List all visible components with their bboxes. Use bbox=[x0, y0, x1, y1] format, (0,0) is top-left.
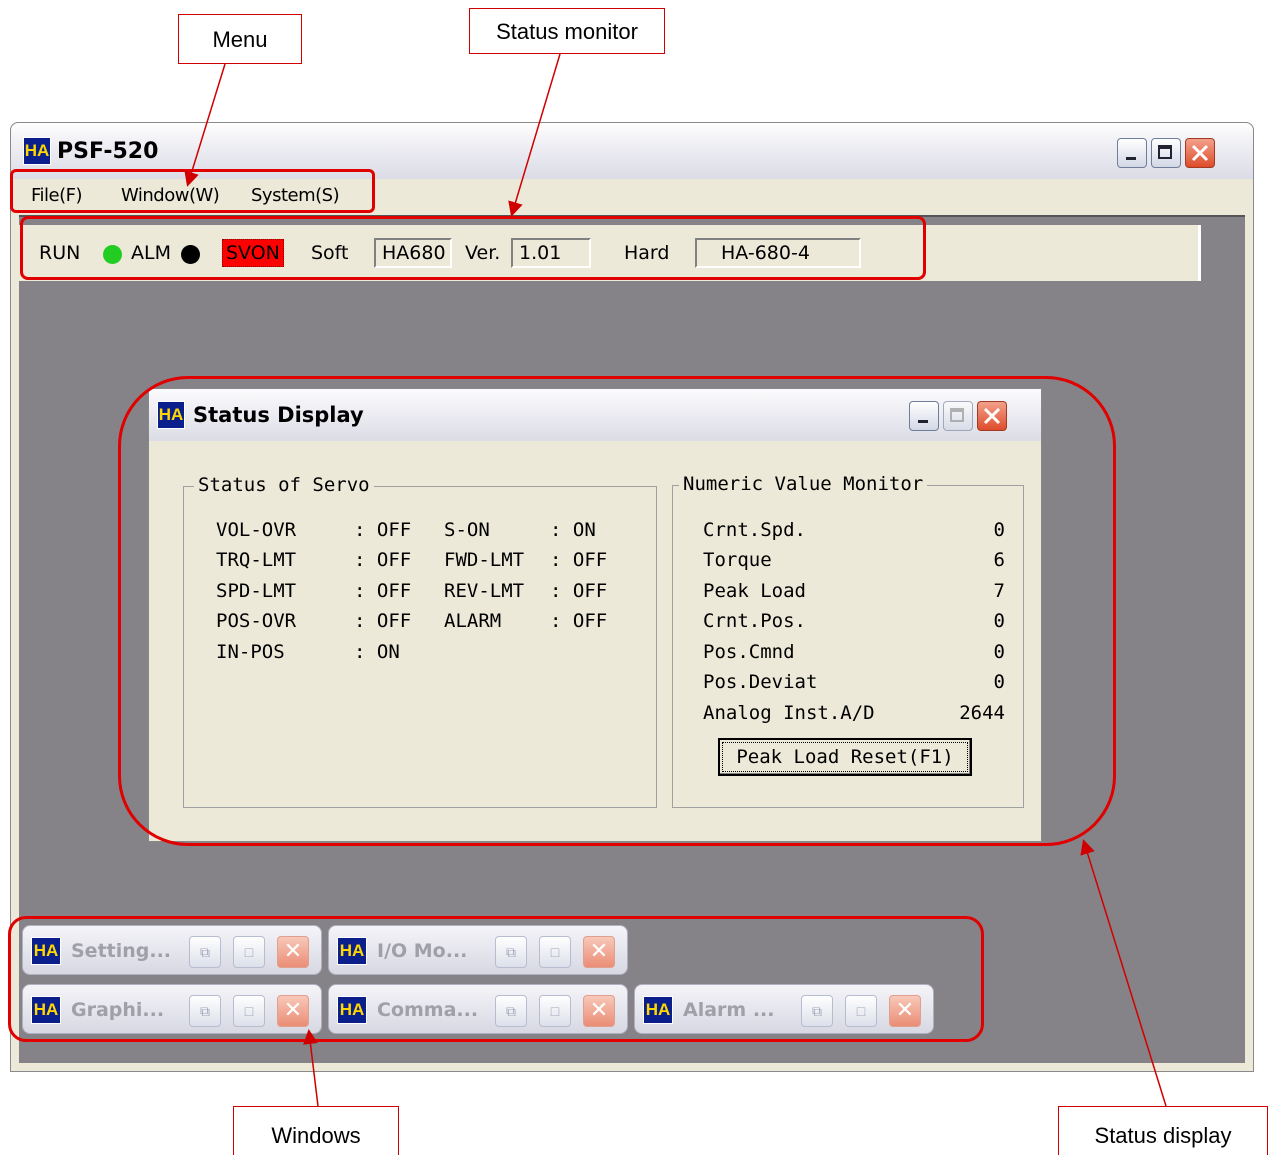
callout-status-monitor: Status monitor bbox=[469, 8, 665, 54]
close-icon bbox=[1191, 144, 1209, 162]
highlight-windows bbox=[8, 916, 984, 1042]
highlight-menu bbox=[10, 169, 375, 213]
minimize-icon bbox=[1126, 157, 1136, 160]
highlight-status-monitor bbox=[20, 216, 926, 280]
callout-menu: Menu bbox=[178, 14, 302, 64]
app-logo-icon: HA bbox=[23, 137, 51, 165]
maximize-button[interactable] bbox=[1151, 138, 1181, 168]
app-title: PSF-520 bbox=[57, 139, 159, 164]
highlight-status-display bbox=[118, 376, 1116, 846]
maximize-icon bbox=[1158, 145, 1172, 159]
callout-status-display: Status display bbox=[1058, 1106, 1268, 1155]
callout-windows: Windows bbox=[233, 1106, 399, 1155]
close-button[interactable] bbox=[1185, 138, 1215, 168]
minimize-button[interactable] bbox=[1117, 138, 1147, 168]
